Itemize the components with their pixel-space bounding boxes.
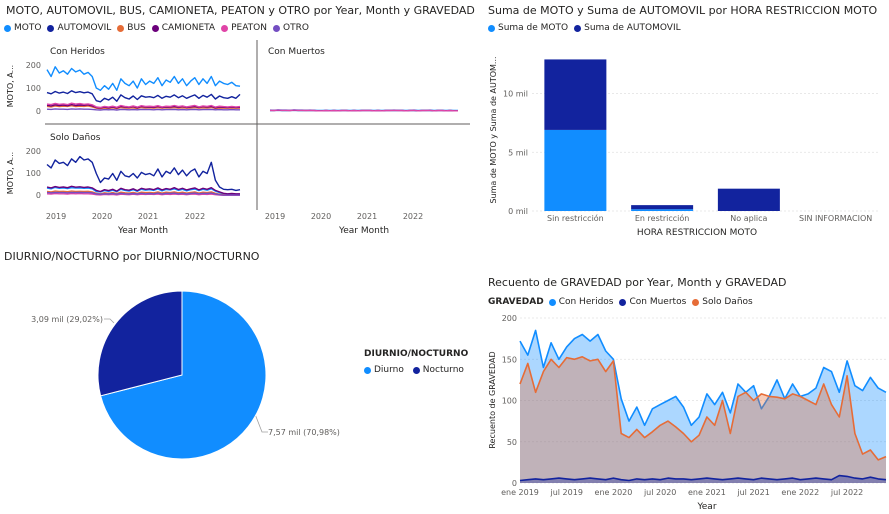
bar-en-restriccion-suma-de-automovil — [631, 205, 694, 210]
hora-chart-panel: Suma de MOTO y Suma de AUTOMOVIL por HOR… — [482, 0, 889, 240]
pie-data-label-diurno: 7,57 mil (70,98%) — [268, 428, 340, 437]
x-axis-label: HORA RESTRICCION MOTO — [637, 228, 757, 238]
y-tick-label: 5 mil — [508, 148, 528, 157]
x-axis-label: Year Month — [338, 226, 389, 236]
legend-item-nocturno[interactable]: Nocturno — [412, 365, 464, 375]
y-tick-label: 200 — [26, 147, 41, 156]
x-tick-label: 2020 — [311, 212, 331, 221]
line-solo-danos-automovil — [46, 155, 241, 192]
pie-legend-title: DIURNIO/NOCTURNO — [364, 349, 469, 359]
x-tick-label: No aplica — [730, 214, 767, 223]
facet-title-solo-danos: Solo Daños — [50, 133, 101, 143]
y-tick-label: 0 — [36, 107, 41, 116]
x-tick-label: ene 2021 — [688, 488, 726, 497]
x-tick-label: ene 2019 — [501, 488, 539, 497]
y-tick-label: 10 mil — [503, 90, 528, 99]
bar-sin-restriccion-suma-de-moto — [544, 129, 607, 211]
x-tick-label: 2019 — [46, 212, 66, 221]
legend-item-diurno[interactable]: Diurno — [364, 365, 404, 375]
y-tick-label: 200 — [26, 61, 41, 70]
x-tick-label: Sin restricción — [547, 213, 604, 223]
x-tick-label: 2022 — [185, 212, 205, 221]
y-axis-label: Suma de MOTO y Suma de AUTOM... — [489, 56, 498, 203]
y-tick-label: 150 — [502, 355, 517, 364]
facet-title-con-heridos: Con Heridos — [50, 47, 105, 57]
x-tick-label: jul 2019 — [550, 488, 583, 497]
bar-en-restriccion-suma-de-moto — [631, 209, 694, 211]
y-tick-label: 0 — [512, 479, 517, 488]
legend-marker-diurno-icon — [364, 366, 371, 374]
bar-no-aplica-suma-de-automovil — [717, 188, 780, 211]
x-tick-label: 2021 — [357, 212, 377, 221]
x-tick-label: jul 2022 — [830, 488, 863, 497]
x-axis-label: Year — [696, 502, 716, 512]
x-tick-label: 2022 — [403, 212, 423, 221]
pie-leader-line-nocturno — [104, 318, 115, 324]
y-axis-label: MOTO, A... — [6, 65, 15, 107]
x-tick-label: jul 2020 — [643, 488, 676, 497]
x-tick-label: En restricción — [635, 213, 690, 223]
y-tick-label: 0 mil — [508, 207, 528, 216]
vehicle-chart-panel: MOTO, AUTOMOVIL, BUS, CAMIONETA, PEATON … — [0, 0, 480, 240]
pie-chart-panel: DIURNIO/NOCTURNO por DIURNIO/NOCTURNO 7,… — [0, 244, 480, 514]
gravedad-area-chart[interactable]: Recuento de GRAVEDAD Year 0 50 100 150 200 en… — [482, 270, 889, 514]
x-tick-label: 2020 — [92, 212, 112, 221]
hora-bar-chart[interactable]: Suma de MOTO y Suma de AUTOM... HORA RES… — [482, 0, 889, 240]
line-con-heridos-otro — [46, 108, 240, 111]
y-tick-label: 200 — [502, 314, 517, 323]
x-tick-label: ene 2020 — [595, 488, 633, 497]
x-tick-label: ene 2022 — [781, 488, 819, 497]
legend-label: Nocturno — [422, 365, 464, 375]
y-tick-label: 100 — [26, 84, 41, 93]
y-tick-label: 100 — [502, 397, 517, 406]
x-tick-label: SIN INFORMACION — [799, 214, 872, 223]
x-tick-label: jul 2021 — [736, 488, 769, 497]
x-tick-label: 2019 — [265, 212, 285, 221]
y-tick-label: 100 — [26, 169, 41, 178]
line-con-heridos-moto — [46, 66, 241, 92]
bar-sin-restriccion-suma-de-automovil — [544, 59, 607, 130]
pie-leader-line-diurno — [254, 413, 268, 433]
x-axis-label: Year Month — [117, 226, 168, 236]
y-tick-label: 0 — [36, 191, 41, 200]
y-tick-label: 50 — [507, 438, 517, 447]
y-axis-label: Recuento de GRAVEDAD — [488, 351, 497, 448]
legend-label: Diurno — [374, 365, 404, 375]
facet-title-con-muertos: Con Muertos — [268, 47, 325, 57]
pie-data-label-nocturno: 3,09 mil (29,02%) — [31, 315, 103, 324]
y-axis-label: MOTO, A... — [6, 152, 15, 194]
pie-legend: DIURNIO/NOCTURNO Diurno Nocturno — [364, 349, 470, 381]
x-tick-label: 2021 — [138, 212, 158, 221]
gravedad-chart-panel: Recuento de GRAVEDAD por Year, Month y G… — [482, 270, 889, 514]
line-con-heridos-automovil — [46, 90, 241, 103]
legend-marker-nocturno-icon — [412, 366, 420, 374]
vehicle-line-chart[interactable]: Con Heridos Con Muertos Solo Daños MOTO,… — [0, 0, 480, 240]
line-con-muertos-peaton — [269, 109, 458, 112]
